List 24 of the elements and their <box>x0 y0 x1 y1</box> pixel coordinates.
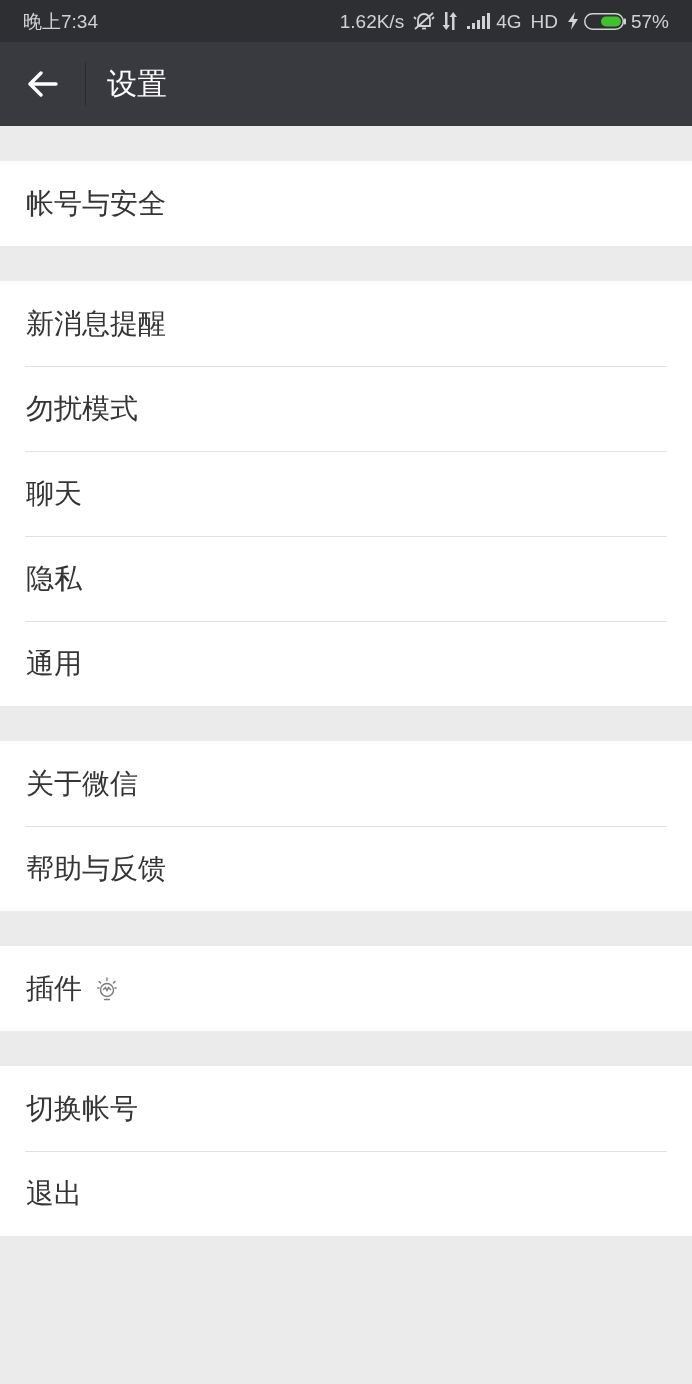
network-speed: 1.62K/s <box>339 11 405 31</box>
settings-item[interactable]: 勿扰模式 <box>0 366 692 451</box>
settings-item[interactable]: 关于微信 <box>0 741 692 826</box>
settings-item[interactable]: 新消息提醒 <box>0 281 692 366</box>
charging-bolt-icon <box>567 12 578 30</box>
hd-label: HD <box>530 11 558 31</box>
signal-bars-icon <box>467 13 491 29</box>
status-time: 晚上7:34 <box>23 11 98 31</box>
battery-icon <box>583 12 626 30</box>
data-arrows-icon <box>442 12 459 30</box>
battery-percent: 57% <box>630 11 669 31</box>
settings-item[interactable]: 帐号与安全 <box>0 161 692 246</box>
network-type: 4G <box>496 11 522 31</box>
settings-item[interactable]: 退出 <box>0 1151 692 1236</box>
bell-slash-icon <box>413 11 436 31</box>
settings-item[interactable]: 帮助与反馈 <box>0 826 692 911</box>
settings-item[interactable]: 通用 <box>0 621 692 706</box>
page-title: 设置 <box>107 69 167 99</box>
settings-item[interactable]: 切换帐号 <box>0 1066 692 1151</box>
light-bulb-icon <box>97 976 117 1001</box>
settings-item[interactable]: 插件 <box>0 946 692 1031</box>
settings-item[interactable]: 聊天 <box>0 451 692 536</box>
settings-item[interactable]: 隐私 <box>0 536 692 621</box>
back-icon[interactable] <box>28 71 58 97</box>
